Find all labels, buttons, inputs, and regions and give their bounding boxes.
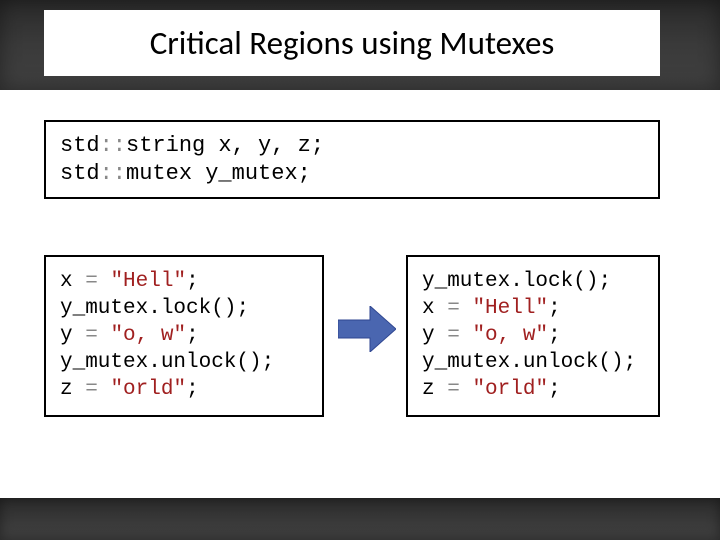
code-line: y_mutex.unlock(); [422, 350, 644, 377]
code-box-right: y_mutex.lock(); x = "Hell"; y = "o, w"; … [406, 255, 660, 417]
code-line: y = "o, w"; [422, 323, 644, 350]
code-line: z = "orld"; [422, 377, 644, 404]
code-line: x = "Hell"; [422, 296, 644, 323]
code-line: y_mutex.lock(); [60, 296, 308, 323]
decl-line: std::mutex y_mutex; [60, 160, 644, 188]
code-line: y_mutex.lock(); [422, 269, 644, 296]
code-line: y = "o, w"; [60, 323, 308, 350]
arrow-icon [338, 306, 396, 352]
code-line: z = "orld"; [60, 377, 308, 404]
slide-title: Critical Regions using Mutexes [44, 10, 660, 76]
decl-line: std::string x, y, z; [60, 132, 644, 160]
code-line: x = "Hell"; [60, 269, 308, 296]
slide-title-text: Critical Regions using Mutexes [150, 23, 555, 63]
declarations-box: std::string x, y, z; std::mutex y_mutex; [44, 120, 660, 199]
code-line: y_mutex.unlock(); [60, 350, 308, 377]
footer-band [0, 498, 720, 540]
code-box-left: x = "Hell"; y_mutex.lock(); y = "o, w"; … [44, 255, 324, 417]
